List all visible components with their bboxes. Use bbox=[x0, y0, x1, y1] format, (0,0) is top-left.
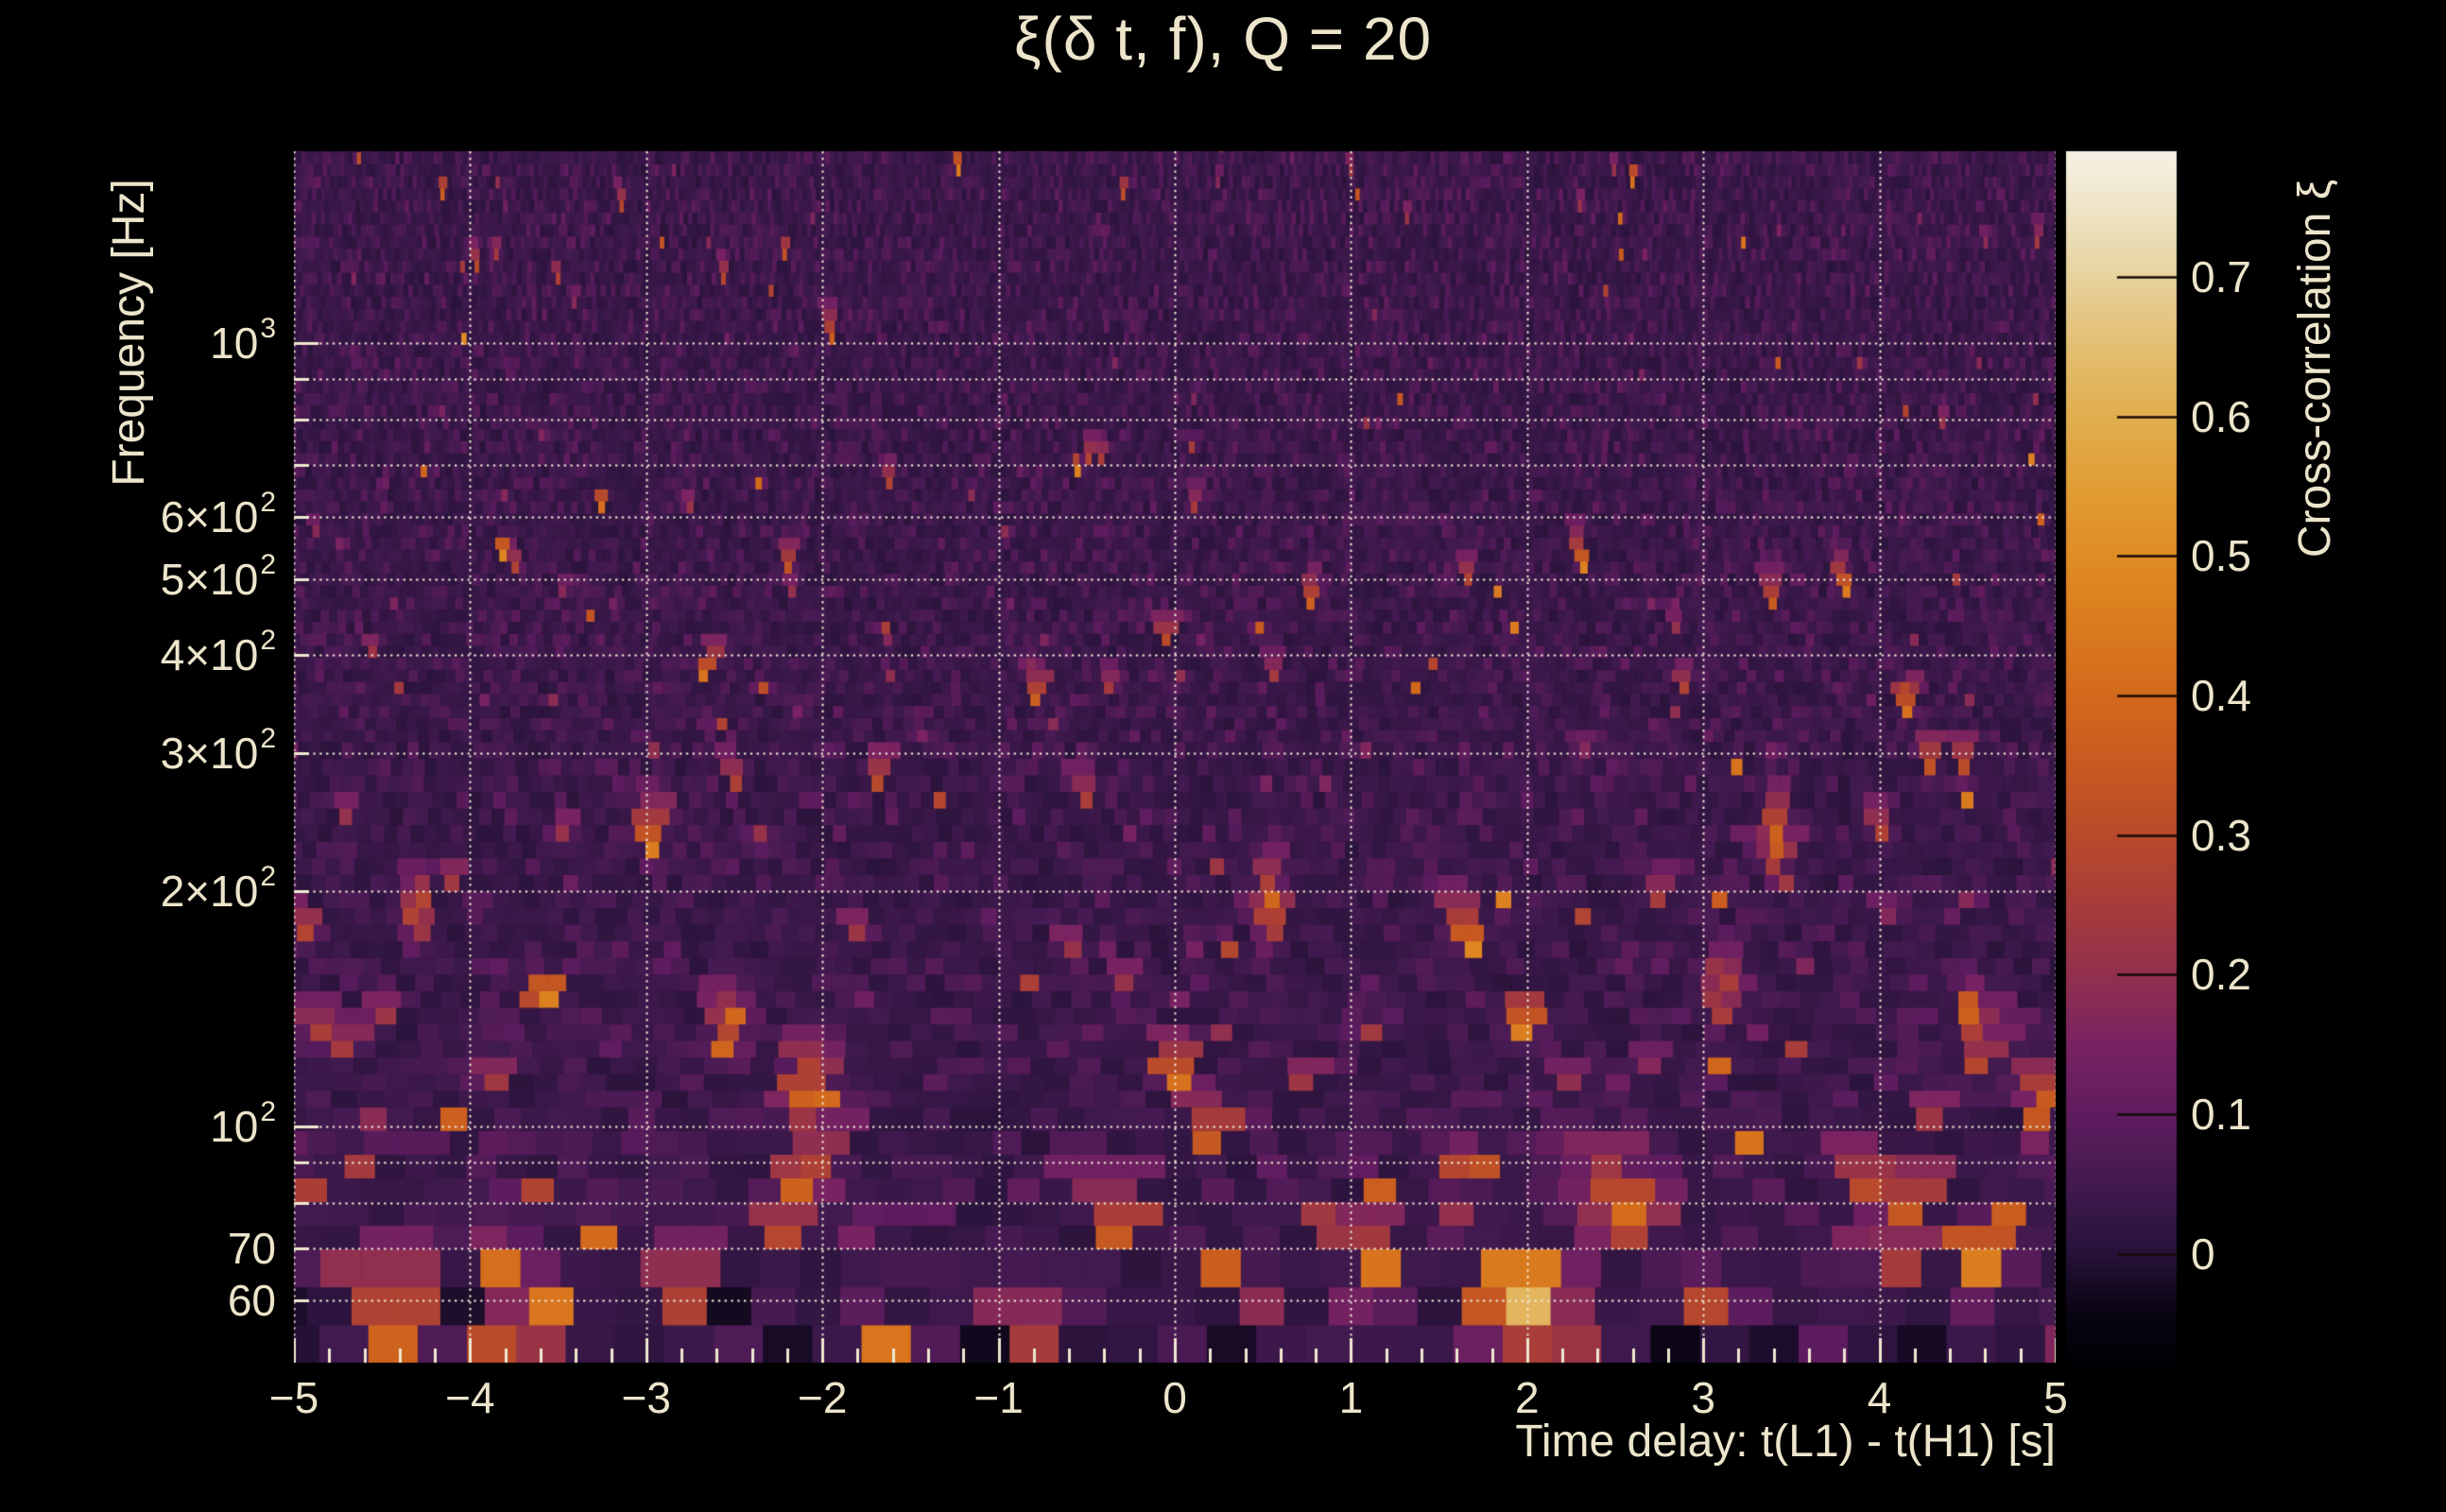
x-tick-label: 4 bbox=[1867, 1373, 1892, 1422]
colorbar-tick-label: 0.4 bbox=[2191, 671, 2251, 721]
x-tick-label: 1 bbox=[1338, 1373, 1364, 1422]
y-tick-label: 5×10 2 bbox=[160, 548, 276, 604]
y-tick-label: 3×10 2 bbox=[160, 722, 276, 778]
y-axis-title: Frequency [Hz] bbox=[104, 179, 154, 487]
colorbar-tick-label: 0.1 bbox=[2191, 1090, 2251, 1140]
colorbar-tick-label: 0.7 bbox=[2191, 251, 2251, 301]
x-tick-label: −1 bbox=[973, 1373, 1024, 1422]
colorbar-tick-label: 0.5 bbox=[2191, 531, 2251, 581]
y-tick-label: 10 3 bbox=[210, 313, 276, 369]
spectrogram-canvas bbox=[0, 0, 2446, 1512]
colorbar-tick-label: 0.2 bbox=[2191, 950, 2251, 1000]
x-tick-label: 2 bbox=[1515, 1373, 1540, 1422]
x-tick-label: 5 bbox=[2043, 1373, 2068, 1422]
colorbar-tick-label: 0.3 bbox=[2191, 810, 2251, 860]
x-tick-label: 3 bbox=[1691, 1373, 1715, 1422]
colorbar-tick-label: 0.6 bbox=[2191, 391, 2251, 441]
x-tick-label: −5 bbox=[268, 1373, 319, 1422]
y-tick-label: 6×10 2 bbox=[160, 487, 276, 542]
x-tick-label: 0 bbox=[1163, 1373, 1187, 1422]
y-tick-label: 4×10 2 bbox=[160, 625, 276, 680]
y-tick-label: 10 2 bbox=[210, 1096, 276, 1152]
colorbar-title: Cross-correlation ξ bbox=[2290, 179, 2340, 558]
plot-title: ξ(δ t, f), Q = 20 bbox=[1013, 5, 1433, 73]
x-tick-label: −3 bbox=[621, 1373, 672, 1422]
y-tick-label: 2×10 2 bbox=[160, 860, 276, 916]
x-tick-label: −4 bbox=[445, 1373, 495, 1422]
x-axis-title: Time delay: t(L1) - t(H1) [s] bbox=[1515, 1417, 2056, 1467]
y-tick-label: 70 bbox=[227, 1223, 276, 1273]
colorbar-tick-label: 0 bbox=[2191, 1228, 2215, 1279]
figure: ξ(δ t, f), Q = 20 Frequency [Hz] Time de… bbox=[0, 0, 2446, 1512]
y-tick-label: 60 bbox=[227, 1276, 276, 1326]
x-tick-label: −2 bbox=[797, 1373, 848, 1422]
